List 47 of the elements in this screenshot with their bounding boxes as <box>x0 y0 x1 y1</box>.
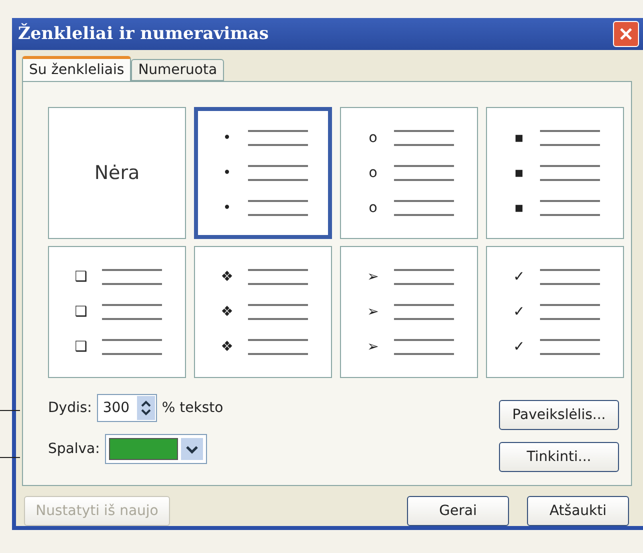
bullet-symbol: ❖ <box>220 338 234 355</box>
color-dropdown[interactable] <box>104 434 207 464</box>
bullet-symbol: ❑ <box>74 304 88 320</box>
bullet-symbol: • <box>222 130 232 146</box>
bullet-symbol: ✓ <box>512 338 526 355</box>
bullet-style-option[interactable]: ✓ ✓ ✓ <box>486 246 624 378</box>
chevron-down-icon[interactable] <box>180 438 203 460</box>
leader-line <box>0 457 20 458</box>
bullet-symbol: ✓ <box>512 269 526 286</box>
dialog-button[interactable]: Gerai <box>407 496 509 526</box>
tab[interactable]: Su ženkleliais <box>22 56 132 81</box>
leader-line <box>0 410 20 411</box>
close-button[interactable] <box>613 21 639 47</box>
bullet-symbol: ➢ <box>366 338 380 355</box>
bullet-symbol: • <box>222 200 232 216</box>
bullet-symbol: ❖ <box>220 269 234 286</box>
bullet-style-option[interactable]: Nėra <box>48 107 186 239</box>
color-label: Spalva: <box>48 441 100 457</box>
close-icon <box>619 27 633 41</box>
size-unit-label: % teksto <box>162 400 224 416</box>
dialog-button[interactable]: Tinkinti... <box>499 442 619 472</box>
dialog-button[interactable]: Paveikslėlis... <box>499 400 619 430</box>
bullet-style-option[interactable]: • • • <box>194 107 332 239</box>
bullet-symbol: o <box>368 200 378 216</box>
bullet-symbol: ❖ <box>220 304 234 320</box>
tab[interactable]: Numeruota <box>131 59 224 81</box>
bullet-symbol: ❑ <box>74 269 88 286</box>
bullet-style-option[interactable]: ❑ ❑ ❑ <box>48 246 186 378</box>
bullet-style-option[interactable]: ▪ ▪ ▪ <box>486 107 624 239</box>
bullet-style-option[interactable]: ❖ ❖ ❖ <box>194 246 332 378</box>
window-title: Ženkleliai ir numeravimas <box>18 24 270 44</box>
bullet-symbol: ➢ <box>366 304 380 320</box>
bullet-symbol: • <box>222 164 232 181</box>
bullet-symbol: ✓ <box>512 304 526 320</box>
bullet-symbol: ▪ <box>513 130 525 146</box>
spin-arrows-icon[interactable] <box>136 396 155 420</box>
bullet-style-option[interactable]: o o o <box>340 107 478 239</box>
bullet-symbol: o <box>368 164 378 181</box>
size-label: Dydis: <box>48 400 92 416</box>
bullet-symbol: ❑ <box>74 338 88 355</box>
bullet-symbol: ▪ <box>513 200 525 216</box>
bullet-symbol: o <box>368 130 378 146</box>
bullet-symbol: ➢ <box>366 269 380 286</box>
dialog-button[interactable]: Atšaukti <box>527 496 629 526</box>
bullet-style-option[interactable]: ➢ ➢ ➢ <box>340 246 478 378</box>
bullet-symbol: ▪ <box>513 164 525 181</box>
size-spinner[interactable]: 300 <box>96 394 157 422</box>
